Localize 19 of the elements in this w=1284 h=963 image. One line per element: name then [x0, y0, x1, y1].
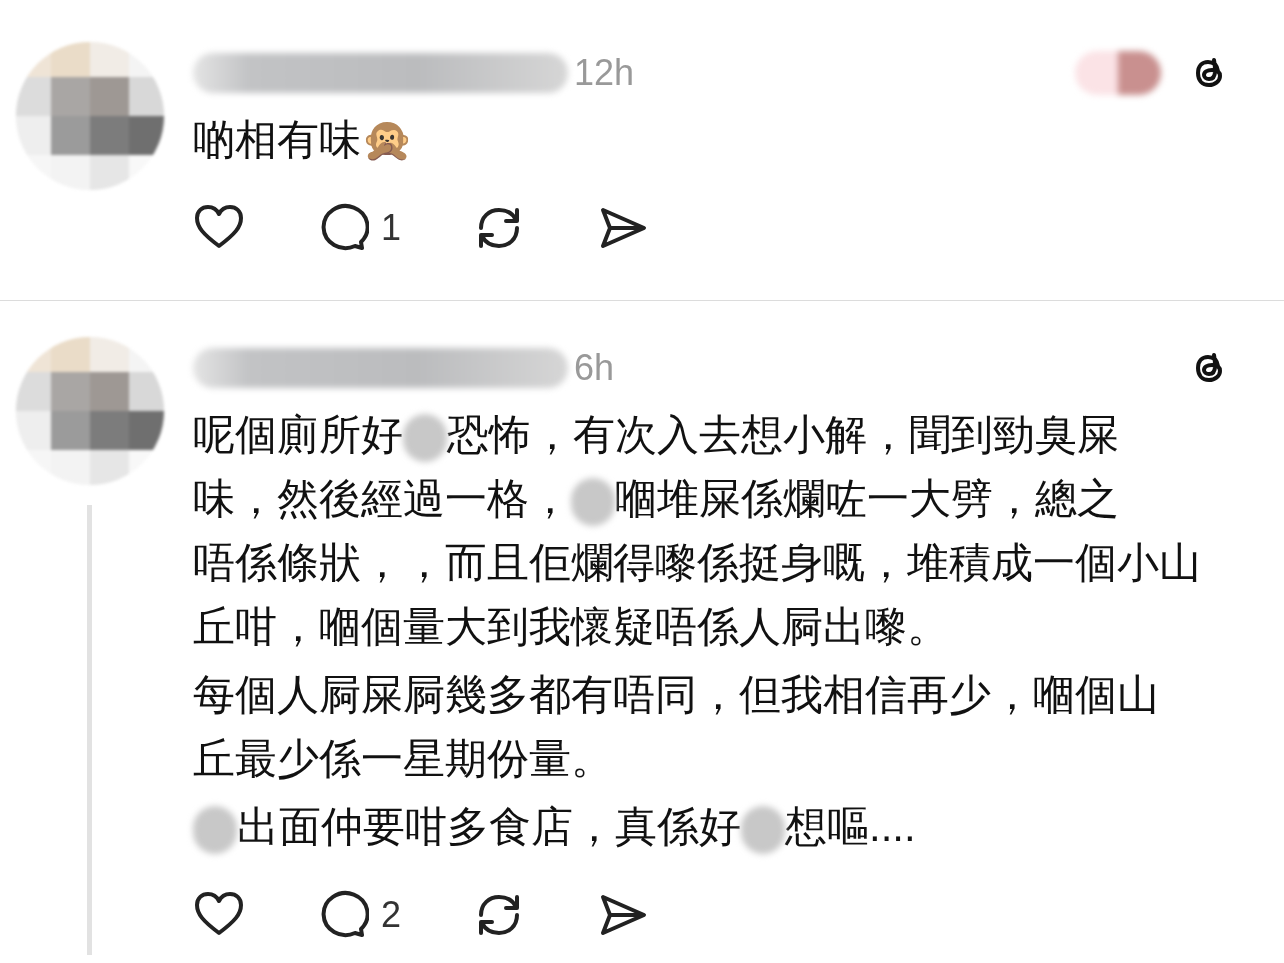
- post-text: 出面仲要咁多食店，真係好: [237, 803, 741, 850]
- post-text: 呢個廁所好: [193, 411, 403, 458]
- post-text: 丘最少係一星期份量。: [193, 735, 613, 782]
- redaction-mark: [741, 805, 785, 854]
- post-time: 12h: [574, 52, 635, 94]
- reply-count: 2: [381, 894, 402, 936]
- post-text: 想嘔....: [785, 803, 916, 850]
- post-text: 嗰堆屎係爛咗一大劈，總之: [615, 475, 1119, 522]
- post-text: 每個人屙屎屙幾多都有唔同，但我相信再少，嗰個山: [193, 671, 1159, 718]
- post-text: 唔係條狀，，而且佢爛得嚟係挺身嘅，堆積成一個小山: [193, 539, 1201, 586]
- post-text: 恐怖，有次入去想小解，聞到勁臭屎: [447, 411, 1119, 458]
- post-text: 味，然後經過一格，: [193, 475, 571, 522]
- redaction-mark: [403, 413, 447, 462]
- post-time: 6h: [574, 347, 615, 389]
- redaction-mark: [571, 477, 615, 526]
- redaction-mark: [193, 805, 237, 854]
- post-text: 啲相有味🙊: [193, 116, 413, 163]
- reply-count: 1: [381, 207, 402, 249]
- post-text: 丘咁，嗰個量大到我懷疑唔係人屙出嚟。: [193, 603, 949, 650]
